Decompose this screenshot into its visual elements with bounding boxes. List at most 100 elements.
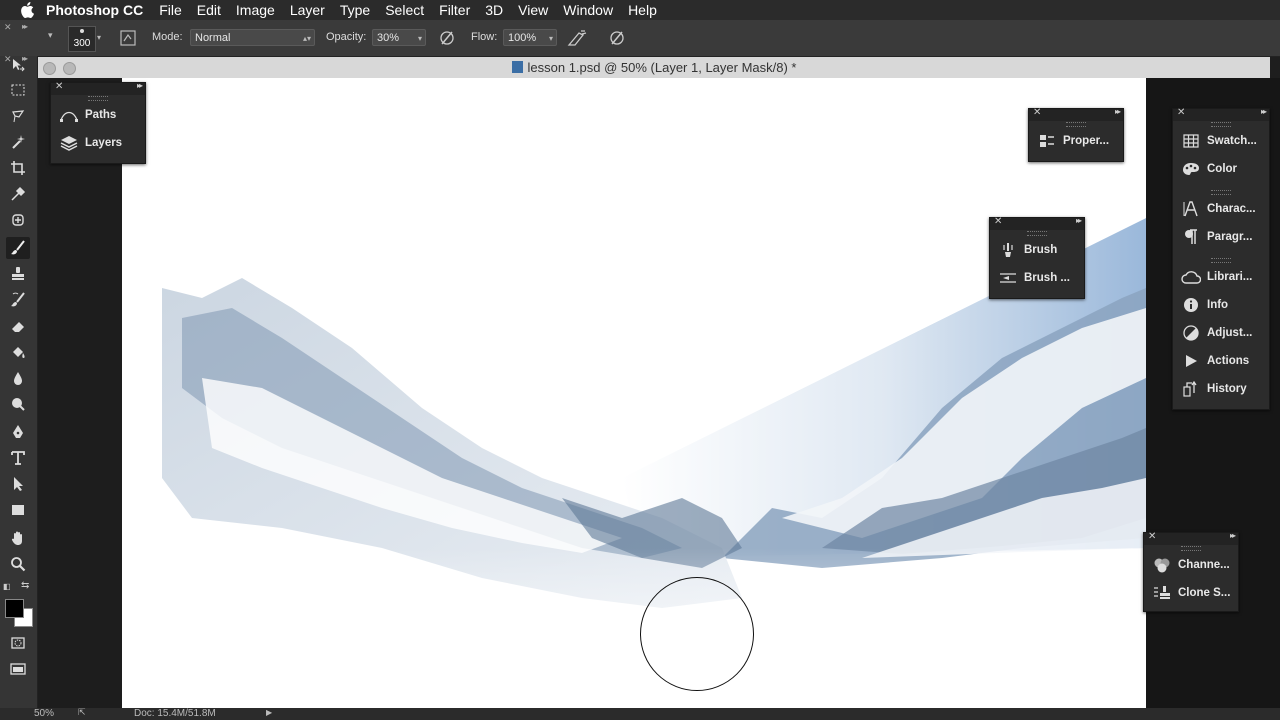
menu-image[interactable]: Image xyxy=(236,2,275,18)
move-tool-icon[interactable] xyxy=(6,54,30,76)
close-icon[interactable]: ✕ xyxy=(994,216,1002,227)
close-icon[interactable]: ✕ xyxy=(4,22,12,33)
panel-item-libraries[interactable]: Librari... xyxy=(1173,263,1269,291)
zoom-tool-icon[interactable] xyxy=(6,553,30,575)
menu-app-name[interactable]: Photoshop CC xyxy=(46,2,143,18)
panel-item-paths[interactable]: Paths xyxy=(51,101,145,129)
lasso-tool-icon[interactable] xyxy=(6,105,30,127)
opacity-input[interactable]: 30% ▾ xyxy=(372,29,426,46)
menu-filter[interactable]: Filter xyxy=(439,2,470,18)
dodge-tool-icon[interactable] xyxy=(6,393,30,415)
panel-grip[interactable] xyxy=(990,230,1084,236)
marquee-tool-icon[interactable] xyxy=(6,79,30,101)
menu-type[interactable]: Type xyxy=(340,2,370,18)
tool-preset-arrow-icon[interactable]: ▾ xyxy=(48,30,53,41)
document-size-info: Doc: 15.4M/51.8M xyxy=(134,708,216,719)
panel-header: ✕ ▸▸ xyxy=(990,216,1084,230)
panel-item-clone-source[interactable]: Clone S... xyxy=(1144,579,1238,607)
pressure-opacity-icon[interactable] xyxy=(436,27,458,49)
collapse-icon[interactable]: ▸▸ xyxy=(1261,107,1267,116)
default-colors-icon[interactable]: ◧ xyxy=(3,582,11,591)
collapse-icon[interactable]: ▸▸ xyxy=(137,81,143,90)
document-canvas[interactable] xyxy=(122,78,1146,708)
menu-select[interactable]: Select xyxy=(385,2,424,18)
panel-grip[interactable] xyxy=(51,95,145,101)
panel-grip[interactable] xyxy=(1029,121,1123,127)
brush-tool-icon[interactable] xyxy=(6,237,30,259)
panel-grip[interactable] xyxy=(1173,257,1269,263)
airbrush-icon[interactable] xyxy=(566,27,588,49)
quick-mask-icon[interactable] xyxy=(6,632,30,654)
menu-file[interactable]: File xyxy=(159,2,182,18)
share-icon[interactable]: ⇱ xyxy=(78,707,86,718)
history-icon xyxy=(1181,379,1201,399)
apple-icon[interactable] xyxy=(20,2,34,18)
menu-window[interactable]: Window xyxy=(563,2,613,18)
pen-tool-icon[interactable] xyxy=(6,421,30,443)
tools-panel: ✕ ▸▸ ◧ ⇆ xyxy=(0,54,38,708)
blur-tool-icon[interactable] xyxy=(6,367,30,389)
channels-clone-panel: ✕ ▸▸ Channe... Clone S... xyxy=(1143,531,1239,612)
panel-item-swatches[interactable]: Swatch... xyxy=(1173,127,1269,155)
collapse-icon[interactable]: ▸▸ xyxy=(1115,107,1121,116)
healing-brush-tool-icon[interactable] xyxy=(6,209,30,231)
pressure-size-icon[interactable] xyxy=(606,27,628,49)
foreground-color-swatch[interactable] xyxy=(5,599,24,618)
path-selection-tool-icon[interactable] xyxy=(6,473,30,495)
panel-item-actions[interactable]: Actions xyxy=(1173,347,1269,375)
panel-grip[interactable] xyxy=(1173,189,1269,195)
panel-item-character[interactable]: Charac... xyxy=(1173,195,1269,223)
history-brush-tool-icon[interactable] xyxy=(6,289,30,311)
window-minimize-button[interactable] xyxy=(63,62,76,75)
type-tool-icon[interactable] xyxy=(6,447,30,469)
magic-wand-tool-icon[interactable] xyxy=(6,131,30,153)
eraser-tool-icon[interactable] xyxy=(6,315,30,337)
panel-item-paragraph[interactable]: Paragr... xyxy=(1173,223,1269,251)
document-titlebar: lesson 1.psd @ 50% (Layer 1, Layer Mask/… xyxy=(38,57,1270,79)
screen-mode-icon[interactable] xyxy=(6,658,30,680)
panel-grip[interactable] xyxy=(1144,545,1238,551)
mode-select[interactable]: Normal ▴▾ xyxy=(190,29,315,46)
collapse-icon[interactable]: ▸▸ xyxy=(22,22,28,31)
close-icon[interactable]: ✕ xyxy=(1148,531,1156,542)
menu-layer[interactable]: Layer xyxy=(290,2,325,18)
panel-item-properties[interactable]: Proper... xyxy=(1029,127,1123,155)
brush-picker-arrow-icon[interactable]: ▾ xyxy=(97,33,101,42)
panel-item-adjustments[interactable]: Adjust... xyxy=(1173,319,1269,347)
menu-edit[interactable]: Edit xyxy=(197,2,221,18)
paint-bucket-tool-icon[interactable] xyxy=(6,341,30,363)
panel-item-label: Color xyxy=(1207,163,1238,175)
brush-preset-picker[interactable]: 300 xyxy=(68,26,96,52)
brush-panel-toggle-icon[interactable] xyxy=(117,27,139,49)
zoom-level[interactable]: 50% xyxy=(34,708,54,719)
panel-item-info[interactable]: Info xyxy=(1173,291,1269,319)
window-close-button[interactable] xyxy=(43,62,56,75)
panel-grip[interactable] xyxy=(1173,121,1269,127)
close-icon[interactable]: ✕ xyxy=(1177,107,1185,118)
swap-colors-icon[interactable]: ⇆ xyxy=(21,580,29,591)
hand-tool-icon[interactable] xyxy=(6,527,30,549)
panel-item-layers[interactable]: Layers xyxy=(51,129,145,157)
flow-label: Flow: xyxy=(471,31,498,43)
panel-item-brush-presets[interactable]: Brush ... xyxy=(990,264,1084,292)
properties-panel: ✕ ▸▸ Proper... xyxy=(1028,107,1124,162)
flow-input[interactable]: 100% ▾ xyxy=(503,29,557,46)
status-menu-arrow-icon[interactable]: ▶ xyxy=(266,708,272,717)
menu-help[interactable]: Help xyxy=(628,2,657,18)
clone-stamp-tool-icon[interactable] xyxy=(6,263,30,285)
brush-panel: ✕ ▸▸ Brush Brush ... xyxy=(989,216,1085,299)
panel-item-color[interactable]: Color xyxy=(1173,155,1269,183)
collapse-icon[interactable]: ▸▸ xyxy=(1230,531,1236,540)
menu-3d[interactable]: 3D xyxy=(485,2,503,18)
menu-view[interactable]: View xyxy=(518,2,548,18)
panel-item-history[interactable]: History xyxy=(1173,375,1269,403)
crop-tool-icon[interactable] xyxy=(6,157,30,179)
collapse-icon[interactable]: ▸▸ xyxy=(1076,216,1082,225)
panel-item-brush[interactable]: Brush xyxy=(990,236,1084,264)
eyedropper-tool-icon[interactable] xyxy=(6,183,30,205)
rectangle-tool-icon[interactable] xyxy=(6,499,30,521)
close-icon[interactable]: ✕ xyxy=(55,81,63,92)
panel-item-channels[interactable]: Channe... xyxy=(1144,551,1238,579)
close-icon[interactable]: ✕ xyxy=(1033,107,1041,118)
panel-header: ✕ ▸▸ xyxy=(1173,107,1269,121)
